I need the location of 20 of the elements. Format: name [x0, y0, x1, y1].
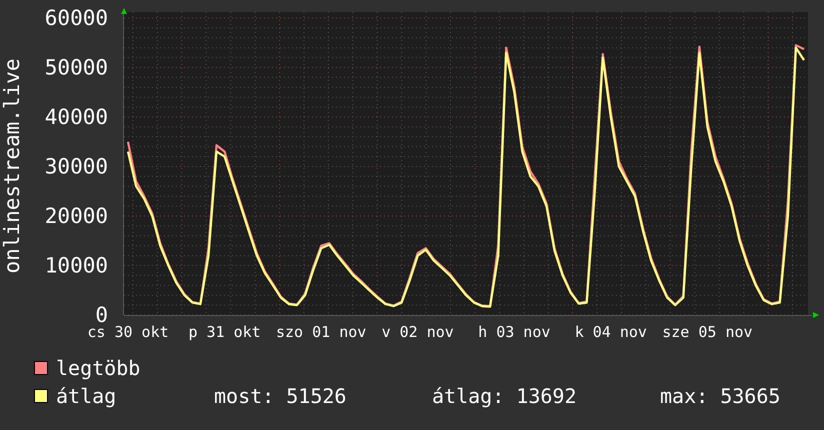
x-tick-label: v 02 nov [382, 323, 454, 341]
y-tick-label: 40000 [44, 105, 108, 129]
x-tick-label: p 31 okt [188, 323, 261, 341]
legend-stat: max: 53665 [660, 383, 780, 410]
legend-stat: átlag: 13692 [432, 383, 578, 410]
arrow-icon [121, 8, 127, 14]
x-tick-label: szo 01 nov [276, 323, 366, 341]
y-tick-label: 10000 [44, 254, 108, 278]
legend-stat: most: 51526 [214, 383, 348, 410]
y-tick-label: 20000 [44, 204, 108, 228]
arrow-icon [813, 312, 819, 318]
x-tick-label: h 03 nov [478, 323, 550, 341]
x-tick-label: sze 05 nov [662, 323, 753, 341]
y-tick-label: 30000 [44, 154, 108, 178]
x-tick-label: k 04 nov [574, 323, 647, 341]
y-axis-title: onlinestream.live [0, 58, 24, 274]
y-tick-label: 60000 [44, 6, 108, 30]
legend-label: átlag [56, 383, 118, 410]
y-tick-label: 50000 [44, 56, 108, 80]
legend-label: legtöbb [56, 355, 142, 382]
